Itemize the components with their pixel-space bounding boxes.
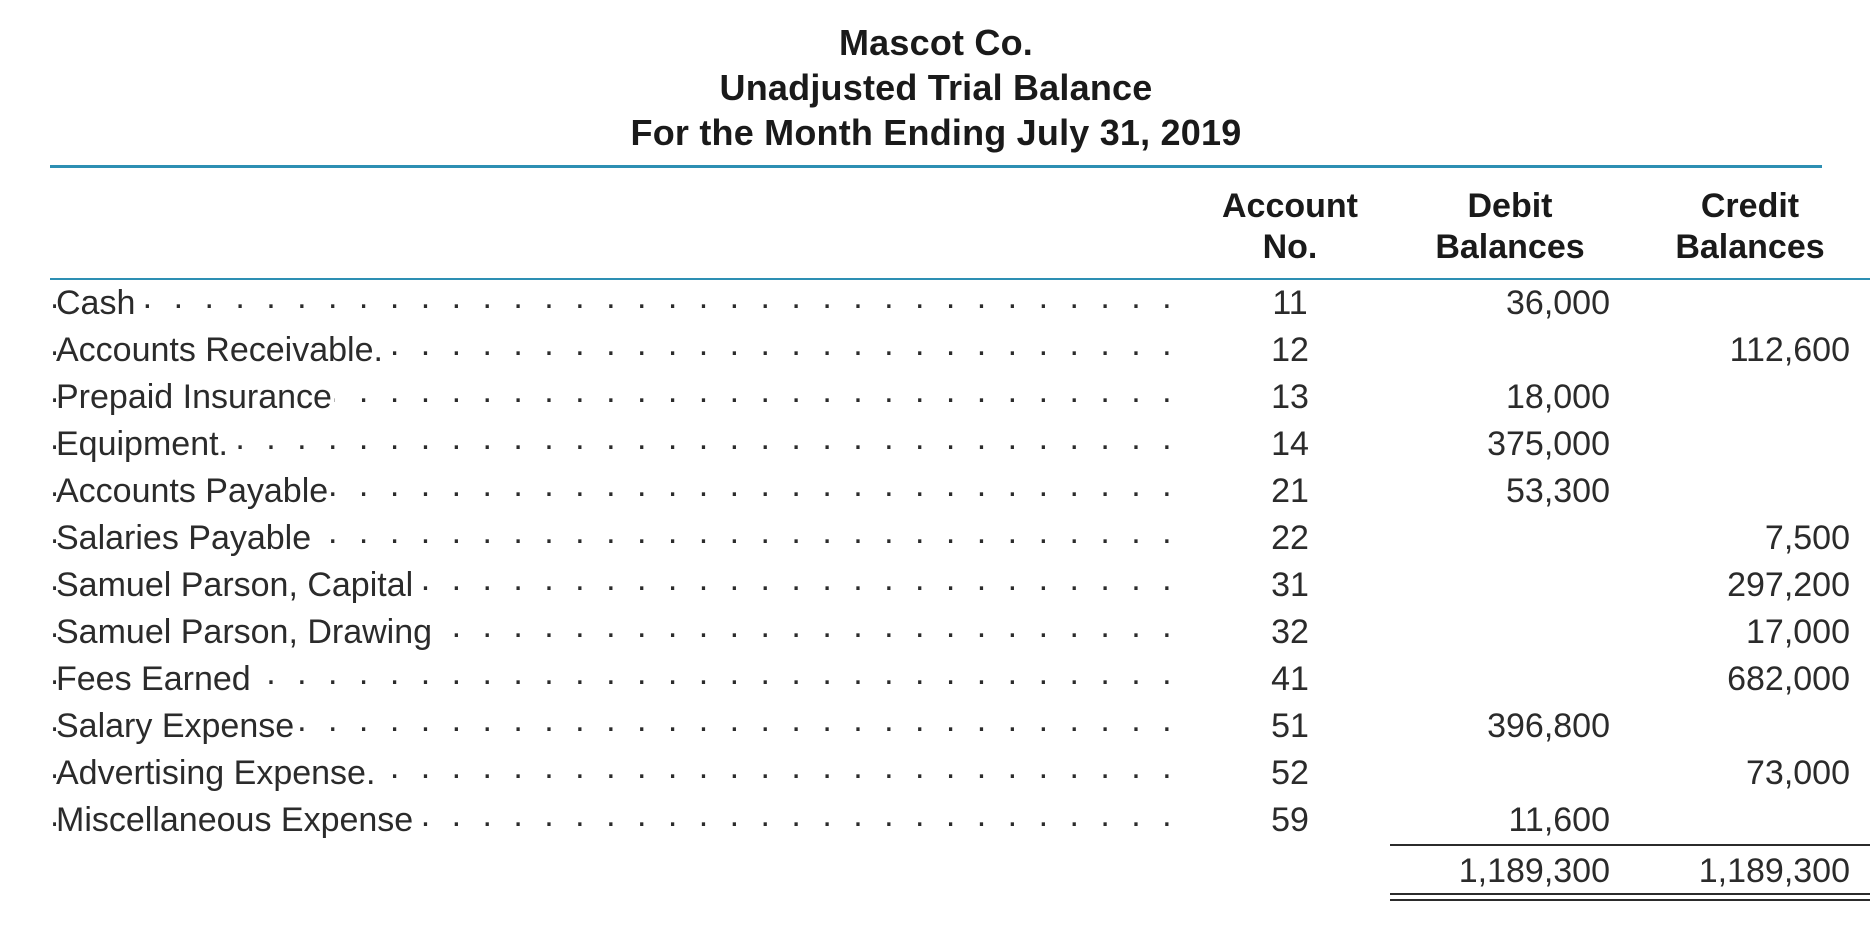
credit-balance: 73,000: [1630, 750, 1870, 797]
account-name: Samuel Parson, Capital: [56, 566, 415, 604]
table-row: . . . . . . . . . . . . . . . . . . . . …: [50, 421, 1870, 468]
account-number: 12: [1190, 327, 1390, 374]
account-name-cell: . . . . . . . . . . . . . . . . . . . . …: [50, 656, 1190, 703]
debit-balance: [1390, 327, 1630, 374]
table-row: . . . . . . . . . . . . . . . . . . . . …: [50, 797, 1870, 845]
account-name: Salaries Payable: [56, 519, 313, 557]
col-name-header: [50, 178, 1190, 279]
account-number: 52: [1190, 750, 1390, 797]
account-name-cell: . . . . . . . . . . . . . . . . . . . . …: [50, 750, 1190, 797]
account-name: Cash: [56, 284, 137, 322]
totals-acct-cell: [1190, 845, 1390, 895]
debit-balance: [1390, 562, 1630, 609]
credit-balance: [1630, 421, 1870, 468]
credit-balance: [1630, 797, 1870, 845]
account-number: 14: [1190, 421, 1390, 468]
table-row: . . . . . . . . . . . . . . . . . . . . …: [50, 468, 1870, 515]
account-number: 21: [1190, 468, 1390, 515]
debit-balance: 11,600: [1390, 797, 1630, 845]
report-header: Mascot Co. Unadjusted Trial Balance For …: [50, 20, 1822, 165]
report-period: For the Month Ending July 31, 2019: [50, 110, 1822, 155]
table-row: . . . . . . . . . . . . . . . . . . . . …: [50, 609, 1870, 656]
account-name: Equipment.: [56, 425, 230, 463]
credit-balance: 7,500: [1630, 515, 1870, 562]
credit-balance: 17,000: [1630, 609, 1870, 656]
account-name-cell: . . . . . . . . . . . . . . . . . . . . …: [50, 468, 1190, 515]
col-acct-header: Account No.: [1190, 178, 1390, 279]
credit-balance: [1630, 374, 1870, 421]
account-name: Fees Earned: [56, 660, 253, 698]
account-name: Accounts Receivable.: [56, 331, 385, 369]
account-number: 22: [1190, 515, 1390, 562]
account-name: Accounts Payable: [56, 472, 330, 510]
debit-balance: [1390, 515, 1630, 562]
credit-balance: 682,000: [1630, 656, 1870, 703]
col-debit-header-line2: Balances: [1435, 228, 1584, 266]
col-credit-header-line1: Credit: [1701, 187, 1799, 225]
account-name-cell: . . . . . . . . . . . . . . . . . . . . …: [50, 609, 1190, 656]
totals-name-cell: [50, 845, 1190, 895]
account-name-cell: . . . . . . . . . . . . . . . . . . . . …: [50, 421, 1190, 468]
total-debit: 1,189,300: [1390, 845, 1630, 895]
account-name-cell: . . . . . . . . . . . . . . . . . . . . …: [50, 703, 1190, 750]
debit-balance: 53,300: [1390, 468, 1630, 515]
debit-balance: [1390, 750, 1630, 797]
table-row: . . . . . . . . . . . . . . . . . . . . …: [50, 374, 1870, 421]
col-debit-header: Debit Balances: [1390, 178, 1630, 279]
table-row: . . . . . . . . . . . . . . . . . . . . …: [50, 279, 1870, 327]
totals-row: 1,189,3001,189,300: [50, 845, 1870, 895]
credit-balance: 112,600: [1630, 327, 1870, 374]
table-row: . . . . . . . . . . . . . . . . . . . . …: [50, 562, 1870, 609]
debit-balance: 396,800: [1390, 703, 1630, 750]
account-number: 51: [1190, 703, 1390, 750]
debit-balance: 36,000: [1390, 279, 1630, 327]
company-name: Mascot Co.: [50, 20, 1822, 65]
col-acct-header-line1: Account: [1222, 187, 1358, 225]
trial-balance-table: Account No. Debit Balances Credit Balanc…: [50, 178, 1870, 895]
account-number: 32: [1190, 609, 1390, 656]
account-name-cell: . . . . . . . . . . . . . . . . . . . . …: [50, 279, 1190, 327]
table-row: . . . . . . . . . . . . . . . . . . . . …: [50, 327, 1870, 374]
debit-balance: [1390, 609, 1630, 656]
col-credit-header-line2: Balances: [1675, 228, 1824, 266]
leader-dots: . . . . . . . . . . . . . . . . . . . . …: [50, 279, 1190, 317]
account-name-cell: . . . . . . . . . . . . . . . . . . . . …: [50, 515, 1190, 562]
credit-balance: 297,200: [1630, 562, 1870, 609]
account-name-cell: . . . . . . . . . . . . . . . . . . . . …: [50, 327, 1190, 374]
table-row: . . . . . . . . . . . . . . . . . . . . …: [50, 656, 1870, 703]
credit-balance: [1630, 468, 1870, 515]
account-name: Prepaid Insurance: [56, 378, 334, 416]
trial-balance-page: Mascot Co. Unadjusted Trial Balance For …: [0, 0, 1872, 950]
account-name: Samuel Parson, Drawing: [56, 613, 434, 651]
column-header-row: Account No. Debit Balances Credit Balanc…: [50, 178, 1870, 279]
col-debit-header-line1: Debit: [1468, 187, 1553, 225]
table-row: . . . . . . . . . . . . . . . . . . . . …: [50, 515, 1870, 562]
table-row: . . . . . . . . . . . . . . . . . . . . …: [50, 750, 1870, 797]
account-number: 31: [1190, 562, 1390, 609]
account-name-cell: . . . . . . . . . . . . . . . . . . . . …: [50, 797, 1190, 845]
account-number: 59: [1190, 797, 1390, 845]
debit-balance: 18,000: [1390, 374, 1630, 421]
col-credit-header: Credit Balances: [1630, 178, 1870, 279]
header-rule: [50, 165, 1822, 168]
account-number: 11: [1190, 279, 1390, 327]
account-name: Salary Expense: [56, 707, 296, 745]
total-credit: 1,189,300: [1630, 845, 1870, 895]
report-title: Unadjusted Trial Balance: [50, 65, 1822, 110]
account-number: 13: [1190, 374, 1390, 421]
account-name: Advertising Expense.: [56, 754, 377, 792]
account-number: 41: [1190, 656, 1390, 703]
credit-balance: [1630, 703, 1870, 750]
credit-balance: [1630, 279, 1870, 327]
account-name-cell: . . . . . . . . . . . . . . . . . . . . …: [50, 374, 1190, 421]
account-name-cell: . . . . . . . . . . . . . . . . . . . . …: [50, 562, 1190, 609]
table-row: . . . . . . . . . . . . . . . . . . . . …: [50, 703, 1870, 750]
account-name: Miscellaneous Expense: [56, 801, 415, 839]
col-acct-header-line2: No.: [1263, 228, 1318, 266]
debit-balance: 375,000: [1390, 421, 1630, 468]
debit-balance: [1390, 656, 1630, 703]
